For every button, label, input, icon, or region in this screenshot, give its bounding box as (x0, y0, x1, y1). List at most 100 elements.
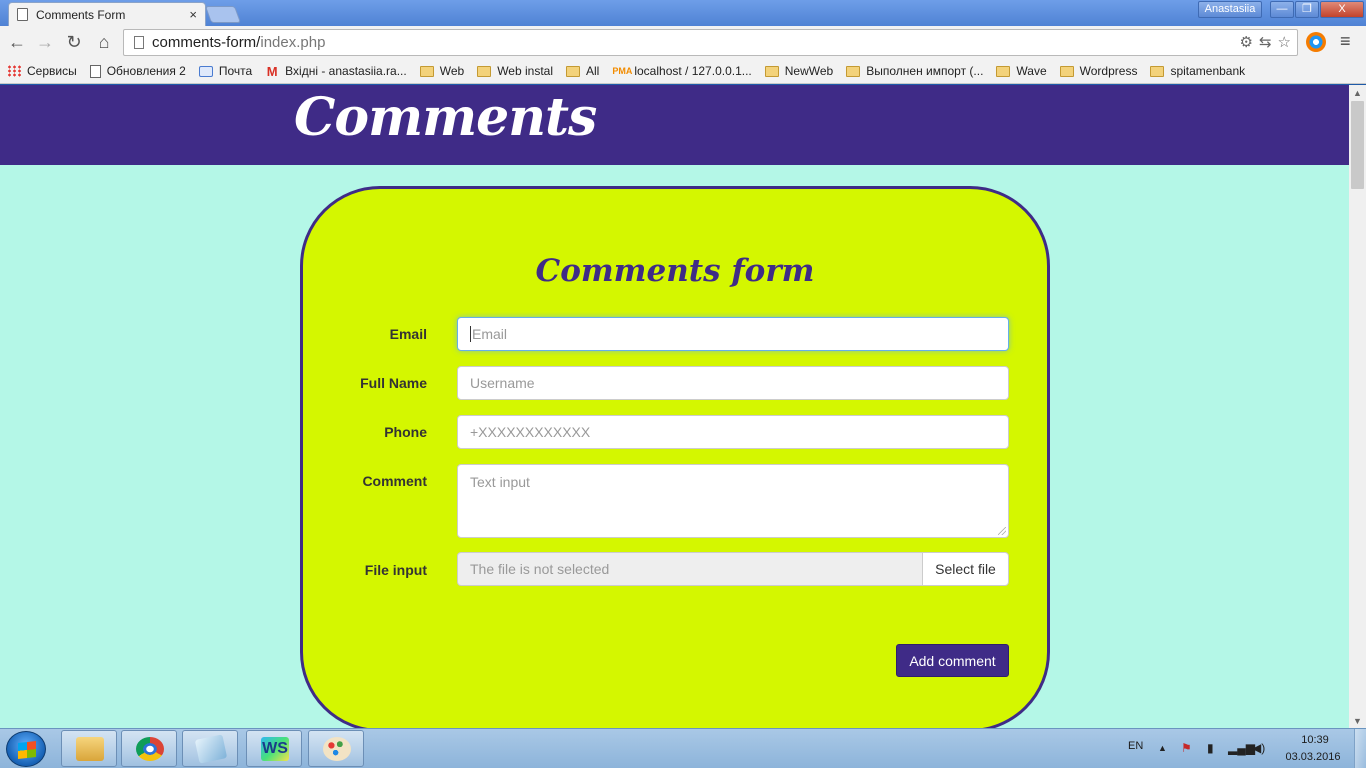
bookmark-gmail[interactable]: M Вхідні - anastasiia.ra... (265, 64, 407, 79)
show-desktop-button[interactable] (1354, 729, 1366, 768)
folder-icon (1150, 65, 1165, 77)
url-host: comments-form/ (152, 34, 261, 51)
bookmark-wave[interactable]: Wave (996, 64, 1047, 78)
chrome-icon (136, 737, 164, 761)
bookmark-all[interactable]: All (566, 64, 599, 78)
bookmark-label: Wordpress (1079, 64, 1138, 78)
show-hidden-icons-icon[interactable]: ▲ (1158, 743, 1167, 753)
bookmark-wordpress[interactable]: Wordpress (1059, 64, 1138, 78)
page-icon (89, 64, 101, 78)
bookmark-label: Wave (1016, 64, 1047, 78)
bookmark-newweb[interactable]: NewWeb (764, 64, 833, 78)
bookmark-web-instal[interactable]: Web instal (477, 64, 553, 78)
taskbar-paint[interactable] (308, 730, 364, 767)
comment-textarea[interactable]: Text input (457, 464, 1009, 538)
phone-field[interactable]: +XXXXXXXXXXXX (457, 415, 1009, 449)
profile-button[interactable]: Anastasiia (1198, 1, 1262, 18)
browser-toolbar: ← → ↻ ⌂ comments-form/index.php ⚙ ⇆ ☆ ≡ (0, 26, 1366, 59)
fullname-field[interactable]: Username (457, 366, 1009, 400)
minimize-button[interactable]: — (1270, 1, 1294, 18)
resize-handle-icon[interactable] (998, 527, 1006, 535)
fullname-label: Full Name (360, 375, 427, 391)
folder-icon (846, 65, 861, 77)
back-arrow-icon[interactable]: ← (6, 31, 28, 53)
add-comment-button[interactable]: Add comment (896, 644, 1009, 677)
settings-gear-icon[interactable]: ⚙ (1240, 33, 1253, 51)
webstorm-icon: WS (261, 737, 289, 761)
bookmarks-bar: Сервисы Обновления 2 Почта M Вхідні - ana… (0, 59, 1366, 84)
scroll-down-icon[interactable]: ▼ (1353, 716, 1362, 726)
comment-label: Comment (362, 473, 427, 489)
battery-icon[interactable]: ▮ (1207, 741, 1214, 755)
page-icon (17, 8, 28, 21)
bookmark-label: Вхідні - anastasiia.ra... (285, 64, 407, 78)
home-icon[interactable]: ⌂ (93, 31, 115, 53)
phone-label: Phone (384, 424, 427, 440)
site-logo[interactable]: Comments (294, 87, 597, 148)
tab-close-icon[interactable]: × (189, 7, 197, 22)
volume-icon[interactable]: ◀) (1252, 741, 1265, 755)
folder-icon (1059, 65, 1074, 77)
comment-placeholder: Text input (470, 474, 530, 490)
folder-icon (419, 65, 434, 77)
tab-title: Comments Form (36, 7, 126, 22)
bookmark-label: Почта (218, 64, 253, 78)
taskbar-webstorm[interactable]: WS (246, 730, 302, 767)
taskbar-chrome[interactable] (121, 730, 177, 767)
address-bar[interactable]: comments-form/index.php ⚙ ⇆ ☆ (123, 29, 1298, 56)
translate-icon[interactable]: ⇆ (1259, 33, 1272, 51)
bookmark-updates[interactable]: Обновления 2 (89, 64, 186, 78)
folder-icon (566, 65, 580, 77)
taskbar-explorer[interactable] (61, 730, 117, 767)
bookmark-label: localhost / 127.0.0.1... (634, 64, 752, 78)
clock-date[interactable]: 03.03.2016 (1282, 751, 1344, 763)
scroll-thumb[interactable] (1351, 101, 1364, 189)
bookmark-web[interactable]: Web (419, 64, 464, 78)
url-text: comments-form/index.php (152, 34, 325, 51)
network-signal-icon[interactable]: ▂▄▆ (1228, 741, 1255, 755)
bookmark-label: Web instal (497, 64, 553, 78)
start-button[interactable] (6, 731, 46, 767)
extension-icon[interactable] (1306, 32, 1326, 52)
browser-tab[interactable]: Comments Form × (8, 2, 206, 26)
bookmark-label: Выполнен импорт (... (866, 64, 984, 78)
url-path: index.php (260, 34, 326, 51)
star-bookmark-icon[interactable]: ☆ (1278, 33, 1291, 51)
bookmark-localhost[interactable]: PMA localhost / 127.0.0.1... (612, 64, 751, 78)
language-indicator[interactable]: EN (1128, 740, 1143, 752)
file-status-field[interactable]: The file is not selected (457, 552, 922, 586)
email-field[interactable]: Email (457, 317, 1009, 351)
bookmark-apps[interactable]: Сервисы (7, 64, 77, 78)
fullname-placeholder: Username (470, 375, 535, 391)
windows-taskbar: WS EN ▲ ⚑ ▮ ▂▄▆ ◀) 10:39 03.03.2016 (0, 728, 1366, 768)
page-viewport: Comments Comments form Email Email Full … (0, 85, 1349, 728)
taskbar-notepad[interactable] (182, 730, 238, 767)
browser-titlebar: Comments Form × Anastasiia — ❐ X (0, 0, 1366, 26)
reload-icon[interactable]: ↻ (63, 31, 85, 53)
folder-icon (996, 65, 1011, 77)
select-file-button[interactable]: Select file (922, 552, 1009, 586)
scroll-up-icon[interactable]: ▲ (1353, 88, 1362, 98)
bookmark-spitamenbank[interactable]: spitamenbank (1150, 64, 1245, 78)
bookmark-label: spitamenbank (1170, 64, 1246, 78)
menu-hamburger-icon[interactable]: ≡ (1340, 31, 1351, 52)
form-title: Comments form (535, 253, 815, 289)
paint-palette-icon (323, 737, 351, 761)
gmail-icon: M (266, 63, 278, 79)
page-scrollbar[interactable]: ▲ ▼ (1349, 85, 1366, 728)
action-center-flag-icon[interactable]: ⚑ (1181, 741, 1192, 755)
restore-button[interactable]: ❐ (1295, 1, 1319, 18)
file-explorer-icon (76, 737, 104, 761)
clock-time[interactable]: 10:39 (1290, 734, 1340, 746)
file-label: File input (364, 562, 427, 578)
forward-arrow-icon[interactable]: → (34, 31, 56, 53)
mail-icon (198, 65, 213, 77)
file-input-group: The file is not selected Select file (457, 552, 1009, 586)
bookmark-import[interactable]: Выполнен импорт (... (846, 64, 983, 78)
close-window-button[interactable]: X (1320, 1, 1364, 18)
text-caret (470, 326, 471, 342)
new-tab-button[interactable] (204, 6, 242, 23)
bookmark-mail[interactable]: Почта (198, 64, 253, 78)
notepad-icon (194, 734, 228, 764)
phone-placeholder: +XXXXXXXXXXXX (470, 424, 591, 440)
